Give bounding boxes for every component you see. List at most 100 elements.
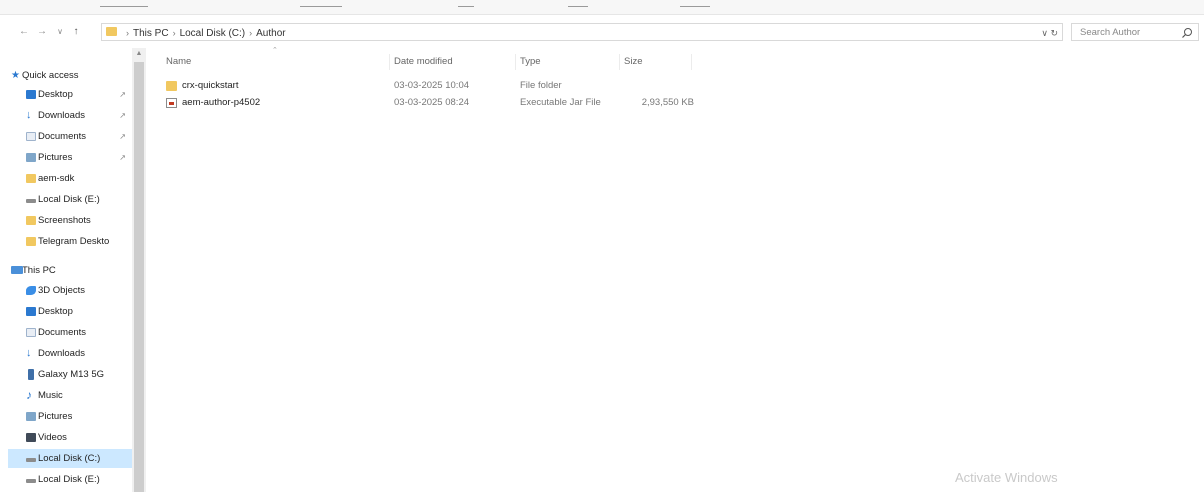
sidebar-item-label: Videos [38,432,67,443]
up-button[interactable]: ↑ [70,25,82,39]
folder-icon [106,27,117,36]
sidebar-item-quick-access[interactable]: ★ Quick access [8,66,132,85]
breadcrumb-author[interactable]: Author [256,28,285,39]
sidebar-item-label: Pictures [38,411,73,422]
sidebar-item-videos[interactable]: Videos [8,428,132,447]
cube-icon [26,286,36,295]
sidebar-scrollbar-thumb[interactable] [134,62,144,492]
sidebar-item-this-pc[interactable]: This PC [8,261,132,280]
sidebar-item-label: Documents [38,327,87,338]
sidebar-item-pictures-pc[interactable]: Pictures [8,407,132,426]
video-icon [26,433,36,442]
ribbon-strip [0,0,1204,15]
sidebar-item-label: Galaxy M13 5G [38,369,104,380]
address-row: ← → ∨ ↑ › This PC › Local Disk (C:) › Author … [0,22,1204,44]
search-placeholder: Search Author [1080,27,1141,38]
ribbon-group-divider [100,6,148,7]
sidebar-item-label: aem-sdk [38,173,75,184]
column-header-date-modified[interactable]: Date modified [390,54,516,70]
pin-icon[interactable]: ↗ [119,127,126,146]
sidebar-item-3d-objects[interactable]: 3D Objects [8,281,132,300]
sidebar-item-label: Pictures [38,152,73,163]
column-header-name[interactable]: Name [162,54,390,70]
chevron-right-icon[interactable]: › [173,28,176,38]
sidebar-item-pictures[interactable]: Pictures ↗ [8,148,132,167]
sidebar-item-telegram-desktop[interactable]: Telegram Deskto [8,232,132,251]
pin-icon[interactable]: ↗ [119,148,126,167]
breadcrumb-local-disk[interactable]: Local Disk (C:) [180,28,246,39]
sidebar-item-label: Telegram Deskto [38,236,110,247]
sidebar-item-desktop-pc[interactable]: Desktop [8,302,132,321]
star-icon: ★ [11,70,20,81]
phone-icon [28,369,34,380]
sidebar-item-galaxy-m13[interactable]: Galaxy M13 5G [8,365,132,384]
refresh-button[interactable]: ∨ ↻ [1041,26,1058,40]
sidebar-item-downloads[interactable]: ↓ Downloads ↗ [8,106,132,125]
sidebar-item-screenshots[interactable]: Screenshots [8,211,132,230]
file-row-crx-quickstart[interactable]: crx-quickstart 03-03-2025 10:04 File fol… [162,77,842,95]
file-size [624,77,694,95]
sidebar-item-label: 3D Objects [38,285,85,296]
activate-windows-watermark: Activate Windows [955,470,1058,485]
sidebar-item-documents[interactable]: Documents ↗ [8,127,132,146]
sidebar-item-label: This PC [22,265,56,276]
file-type: File folder [520,80,562,91]
sidebar-item-local-disk-e[interactable]: Local Disk (E:) [8,190,132,209]
recent-locations-icon[interactable]: ∨ [54,25,66,39]
back-button[interactable]: ← [18,25,30,39]
ribbon-group-divider [568,6,588,7]
search-icon [1182,28,1192,38]
ribbon-group-divider [458,6,474,7]
computer-icon [11,266,23,274]
sidebar-item-desktop[interactable]: Desktop ↗ [8,85,132,104]
breadcrumb-this-pc[interactable]: This PC [133,28,169,39]
sidebar-item-aem-sdk[interactable]: aem-sdk [8,169,132,188]
desktop-icon [26,307,36,316]
desktop-icon [26,90,36,99]
folder-icon [26,216,36,225]
file-date: 03-03-2025 10:04 [394,80,470,91]
ribbon-group-divider [300,6,342,7]
drive-icon [26,479,36,483]
file-size: 2,93,550 KB [641,97,694,108]
sidebar-item-label: Local Disk (E:) [38,194,100,205]
sidebar-item-label: Documents [38,131,87,142]
sidebar-item-label: Desktop [38,89,73,100]
column-header-size[interactable]: Size [620,54,692,70]
sidebar-item-label: Screenshots [38,215,91,226]
file-list-pane: ⌃ Name Date modified Type Size crx-quick… [150,47,1204,492]
sidebar-item-documents-pc[interactable]: Documents [8,323,132,342]
sidebar-item-local-disk-c[interactable]: Local Disk (C:) [8,449,132,468]
sidebar-item-music[interactable]: ♪ Music [8,386,132,405]
scroll-up-icon[interactable]: ▲ [134,50,144,58]
sidebar-item-local-disk-e-pc[interactable]: Local Disk (E:) [8,470,132,489]
download-icon: ↓ [26,109,32,121]
sidebar-item-downloads-pc[interactable]: ↓ Downloads [8,344,132,363]
forward-button[interactable]: → [36,25,48,39]
document-icon [26,132,36,141]
sidebar-item-label: Music [38,390,63,401]
sidebar-item-label: Downloads [38,348,85,359]
file-date: 03-03-2025 08:24 [394,97,470,108]
picture-icon [26,412,36,421]
sidebar-item-label: Quick access [22,70,79,81]
sidebar-item-label: Downloads [38,110,85,121]
file-row-aem-author[interactable]: aem-author-p4502 03-03-2025 08:24 Execut… [162,94,842,112]
pin-icon[interactable]: ↗ [119,85,126,104]
picture-icon [26,153,36,162]
file-type: Executable Jar File [520,97,601,108]
chevron-right-icon[interactable]: › [126,28,129,38]
download-icon: ↓ [26,347,32,359]
search-input[interactable]: Search Author [1071,23,1199,41]
folder-icon [166,81,177,91]
address-bar[interactable]: › This PC › Local Disk (C:) › Author ∨ ↻ [101,23,1063,41]
music-icon: ♪ [26,388,32,402]
sidebar-item-label: Local Disk (E:) [38,474,100,485]
column-header-type[interactable]: Type [516,54,620,70]
pin-icon[interactable]: ↗ [119,106,126,125]
file-name: aem-author-p4502 [182,97,261,108]
chevron-right-icon[interactable]: › [249,28,252,38]
file-name: crx-quickstart [182,80,239,91]
ribbon-group-divider [680,6,710,7]
jar-file-icon [166,98,177,108]
